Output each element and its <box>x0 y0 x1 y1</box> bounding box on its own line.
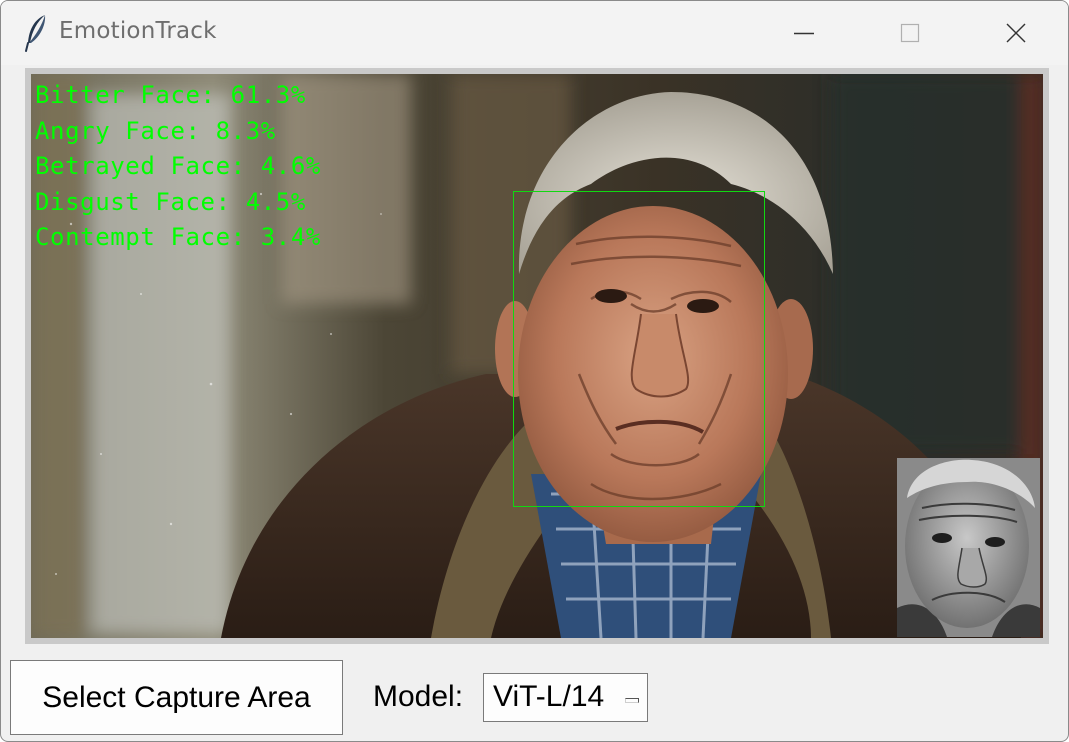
close-button[interactable] <box>993 11 1039 55</box>
maximize-icon <box>900 23 920 43</box>
window-title: EmotionTrack <box>59 18 217 44</box>
close-icon <box>1006 23 1026 43</box>
emotion-result-3: Betrayed Face: 4.6% <box>35 152 321 181</box>
minimize-button[interactable] <box>781 11 827 55</box>
face-detection-box <box>513 191 765 507</box>
minimize-icon <box>794 32 814 35</box>
title-bar[interactable]: EmotionTrack <box>1 1 1068 65</box>
dropdown-indicator-icon <box>625 698 639 703</box>
app-window: EmotionTrack Bitter Face: 61.3% Angry Fa… <box>0 0 1069 742</box>
face-thumbnail <box>897 458 1040 637</box>
maximize-button[interactable] <box>887 11 933 55</box>
emotion-result-2: Angry Face: 8.3% <box>35 116 276 145</box>
emotion-result-1: Bitter Face: 61.3% <box>35 81 306 109</box>
feather-icon <box>23 13 51 53</box>
emotion-result-5: Contempt Face: 3.4% <box>35 223 321 252</box>
emotion-result-4: Disgust Face: 4.5% <box>35 187 306 216</box>
emotion-results: Bitter Face: 61.3% Angry Face: 8.3% Betr… <box>35 78 395 256</box>
model-select-value: ViT-L/14 <box>493 680 605 713</box>
model-select[interactable]: ViT-L/14 <box>483 673 648 722</box>
select-capture-area-button[interactable]: Select Capture Area <box>10 660 343 735</box>
model-label: Model: <box>373 680 464 713</box>
